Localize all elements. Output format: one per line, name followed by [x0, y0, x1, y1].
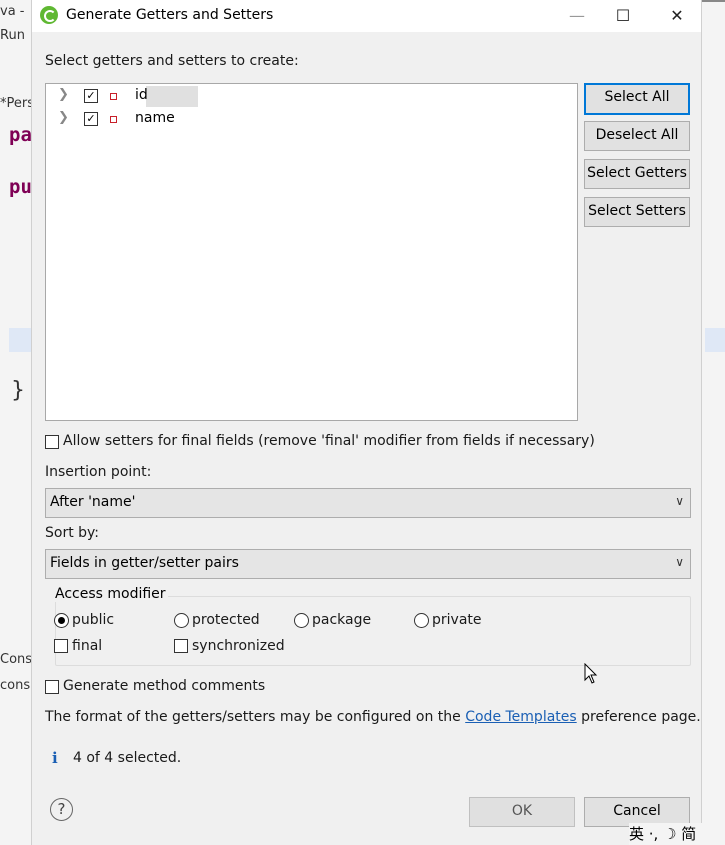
format-note-text: The format of the getters/setters may be… [45, 709, 461, 725]
generate-getters-setters-dialog: Generate Getters and Setters — ☐ ✕ Selec… [31, 0, 702, 845]
radio-package[interactable] [294, 613, 309, 628]
sort-by-label: Sort by: [45, 525, 100, 541]
radio-protected[interactable] [174, 613, 189, 628]
bg-line-highlight [9, 328, 31, 352]
final-checkbox[interactable] [54, 639, 68, 653]
insertion-point-value: After 'name' [50, 494, 136, 510]
private-field-icon [110, 116, 117, 123]
deselect-all-button[interactable]: Deselect All [584, 121, 690, 151]
allow-setters-label: Allow setters for final fields (remove '… [63, 433, 595, 449]
maximize-button[interactable]: ☐ [600, 0, 646, 32]
bg-line-highlight-right [705, 328, 725, 352]
mouse-cursor-icon [584, 663, 598, 684]
final-label: final [72, 638, 103, 654]
radio-public-label: public [72, 612, 115, 628]
bg-keyword-1: pa [9, 124, 32, 146]
access-modifier-title: Access modifier [53, 586, 168, 602]
field-label-name: name [135, 110, 175, 126]
radio-protected-label: protected [192, 612, 260, 628]
sort-by-value: Fields in getter/setter pairs [50, 555, 239, 571]
bg-console-text: cons [0, 678, 31, 693]
close-button[interactable]: ✕ [654, 0, 700, 32]
access-modifier-group [55, 596, 691, 666]
chevron-down-icon: ∨ [675, 555, 684, 569]
dialog-titlebar[interactable]: Generate Getters and Setters — ☐ ✕ [32, 0, 701, 32]
selection-status: 4 of 4 selected. [73, 750, 182, 766]
generate-comments-label: Generate method comments [63, 678, 266, 694]
private-field-icon [110, 93, 117, 100]
radio-public[interactable] [54, 613, 69, 628]
radio-package-label: package [312, 612, 372, 628]
tree-row-id[interactable]: ❯ ✓ id [46, 85, 575, 107]
select-instruction-label: Select getters and setters to create: [45, 53, 299, 69]
bg-keyword-2: pu [9, 176, 32, 198]
radio-private[interactable] [414, 613, 429, 628]
chevron-right-icon[interactable]: ❯ [58, 110, 69, 125]
code-templates-link[interactable]: Code Templates [465, 709, 576, 725]
select-all-button[interactable]: Select All [584, 83, 690, 115]
chevron-down-icon: ∨ [675, 494, 684, 508]
insertion-point-select[interactable]: After 'name' ∨ [45, 488, 691, 518]
select-getters-button[interactable]: Select Getters [584, 159, 690, 189]
dialog-title: Generate Getters and Setters [66, 7, 274, 23]
help-icon[interactable]: ? [50, 798, 73, 821]
info-icon: i [52, 749, 58, 767]
bg-editor-tab[interactable]: *Pers [0, 96, 34, 111]
synchronized-checkbox[interactable] [174, 639, 188, 653]
tree-selection-highlight [146, 86, 198, 107]
chevron-right-icon[interactable]: ❯ [58, 87, 69, 102]
radio-private-label: private [432, 612, 482, 628]
ok-button[interactable]: OK [469, 797, 575, 827]
ime-indicator[interactable]: 英 ·, ☽ 简 [629, 823, 725, 845]
fields-tree[interactable]: ❯ ✓ id ❯ ✓ name [45, 83, 578, 421]
format-note-suffix: preference page. [581, 709, 701, 725]
select-setters-button[interactable]: Select Setters [584, 197, 690, 227]
field-checkbox-id[interactable]: ✓ [84, 89, 98, 103]
minimize-button[interactable]: — [554, 0, 600, 32]
insertion-point-label: Insertion point: [45, 464, 152, 480]
bg-console-tab[interactable]: Cons [0, 652, 32, 667]
field-checkbox-name[interactable]: ✓ [84, 112, 98, 126]
format-note: The format of the getters/setters may be… [45, 709, 701, 725]
generate-comments-checkbox[interactable] [45, 680, 59, 694]
sort-by-select[interactable]: Fields in getter/setter pairs ∨ [45, 549, 691, 579]
allow-setters-checkbox[interactable] [45, 435, 59, 449]
bg-run-menu[interactable]: Run [0, 28, 25, 43]
synchronized-label: synchronized [192, 638, 285, 654]
field-label-id: id [135, 87, 148, 103]
bg-closing-brace: } [11, 378, 25, 403]
bg-window-title: va - [0, 4, 25, 19]
spring-app-icon [40, 6, 58, 24]
tree-row-name[interactable]: ❯ ✓ name [46, 108, 575, 130]
